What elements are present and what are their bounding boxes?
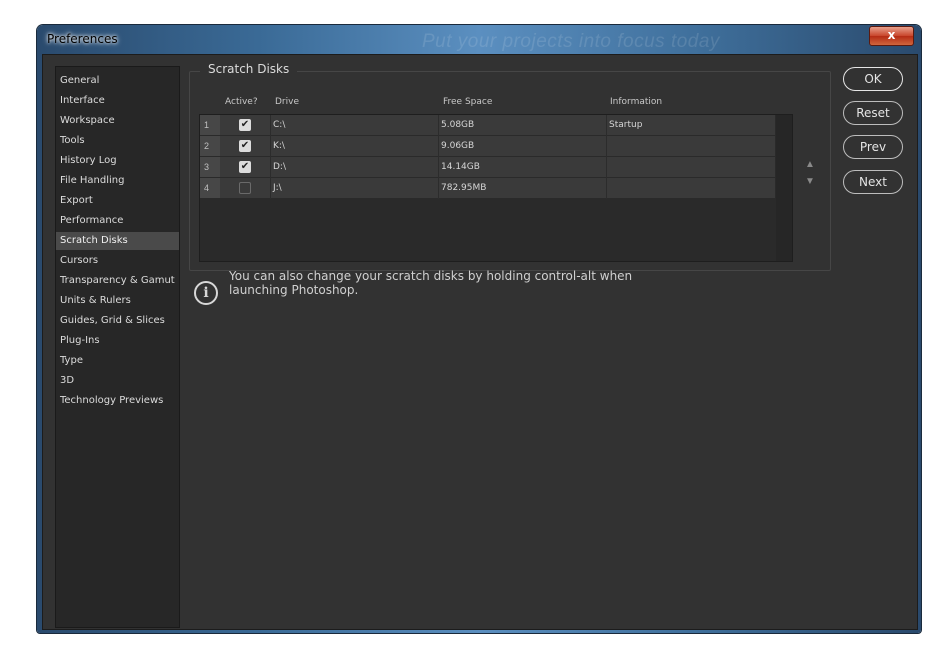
sidebar-item-cursors[interactable]: Cursors [56,252,179,270]
active-checkbox[interactable]: ✔ [239,161,251,173]
drive-cell: D:\ [273,162,286,172]
title-bar-background-text: Put your projects into focus today [422,31,720,52]
column-header-active: Active? [225,97,258,107]
active-checkbox[interactable]: ✔ [239,119,251,131]
title-bar[interactable]: Put your projects into focus today Prefe… [37,25,921,54]
free-space-cell: 5.08GB [441,120,475,130]
prev-button[interactable]: Prev [843,135,903,159]
sidebar-item-transparency-gamut[interactable]: Transparency & Gamut [56,272,179,290]
scratch-disks-table: 1 ✔ C:\ 5.08GB Startup 2 ✔ K:\ 9.06GB 3 … [199,114,793,262]
column-header-free-space: Free Space [443,97,493,107]
active-checkbox[interactable] [239,182,251,194]
row-number: 3 [200,157,220,177]
table-scrollbar[interactable] [776,115,792,261]
table-row[interactable]: 1 ✔ C:\ 5.08GB Startup [200,115,775,135]
table-row[interactable]: 4 J:\ 782.95MB [200,178,775,198]
close-button[interactable]: x [869,26,914,46]
free-space-cell: 782.95MB [441,183,487,193]
sidebar-item-plug-ins[interactable]: Plug-Ins [56,332,179,350]
free-space-cell: 14.14GB [441,162,480,172]
move-down-icon[interactable]: ▼ [805,177,815,187]
preferences-sidebar: General Interface Workspace Tools Histor… [55,66,180,628]
reset-button[interactable]: Reset [843,101,903,125]
sidebar-item-guides-grid-slices[interactable]: Guides, Grid & Slices [56,312,179,330]
ok-button[interactable]: OK [843,67,903,91]
sidebar-item-tools[interactable]: Tools [56,132,179,150]
row-number: 1 [200,115,220,135]
column-divider [438,115,439,199]
row-number: 2 [200,136,220,156]
preferences-window: Put your projects into focus today Prefe… [37,25,921,633]
next-button[interactable]: Next [843,170,903,194]
info-message: You can also change your scratch disks b… [229,269,633,297]
sidebar-item-file-handling[interactable]: File Handling [56,172,179,190]
sidebar-item-type[interactable]: Type [56,352,179,370]
window-title: Preferences [47,32,118,46]
dialog-client-area: General Interface Workspace Tools Histor… [42,54,918,630]
info-icon: i [194,281,218,305]
information-cell: Startup [609,120,643,130]
sidebar-item-scratch-disks[interactable]: Scratch Disks [56,232,179,250]
drive-cell: C:\ [273,120,286,130]
table-row[interactable]: 2 ✔ K:\ 9.06GB [200,136,775,156]
sidebar-item-workspace[interactable]: Workspace [56,112,179,130]
sidebar-item-units-rulers[interactable]: Units & Rulers [56,292,179,310]
sidebar-item-export[interactable]: Export [56,192,179,210]
sidebar-item-interface[interactable]: Interface [56,92,179,110]
table-row[interactable]: 3 ✔ D:\ 14.14GB [200,157,775,177]
sidebar-item-3d[interactable]: 3D [56,372,179,390]
close-icon: x [887,28,896,42]
drive-cell: J:\ [273,183,282,193]
column-divider [270,115,271,199]
free-space-cell: 9.06GB [441,141,475,151]
scratch-disks-title: Scratch Disks [200,62,298,76]
column-divider [606,115,607,199]
column-header-drive: Drive [275,97,299,107]
sidebar-item-general[interactable]: General [56,72,179,90]
sidebar-item-performance[interactable]: Performance [56,212,179,230]
column-header-information: Information [610,97,663,107]
row-number: 4 [200,178,220,198]
sidebar-item-history-log[interactable]: History Log [56,152,179,170]
move-up-icon[interactable]: ▲ [805,160,815,170]
sidebar-item-technology-previews[interactable]: Technology Previews [56,392,179,410]
drive-cell: K:\ [273,141,285,151]
active-checkbox[interactable]: ✔ [239,140,251,152]
